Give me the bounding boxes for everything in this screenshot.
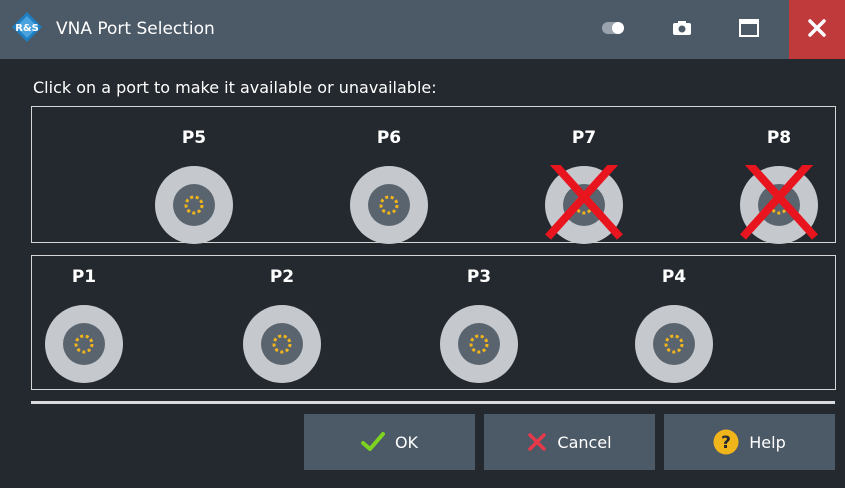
- camera-icon: [672, 20, 692, 40]
- port-connector-icon: [545, 165, 623, 244]
- close-button[interactable]: [789, 0, 845, 59]
- port-connector-icon: [155, 166, 233, 244]
- instruction-text: Click on a port to make it available or …: [33, 78, 437, 97]
- port-label: P8: [766, 128, 792, 148]
- port-label: P7: [571, 128, 597, 148]
- question-mark-icon: ?: [713, 429, 739, 455]
- port-p7[interactable]: P7: [544, 128, 624, 248]
- cancel-button[interactable]: Cancel: [484, 414, 655, 470]
- port-connector-icon: [740, 165, 818, 244]
- title-bar[interactable]: R&S VNA Port Selection: [0, 0, 845, 59]
- help-button-label: Help: [749, 432, 786, 452]
- port-connector-icon: [440, 305, 518, 383]
- cross-icon: [527, 432, 547, 452]
- port-p4[interactable]: P4: [634, 267, 714, 387]
- port-label: P2: [269, 267, 295, 287]
- close-icon: [807, 18, 827, 42]
- rs-logo-icon: R&S: [11, 11, 43, 43]
- cancel-button-label: Cancel: [557, 432, 612, 452]
- screenshot-button[interactable]: [662, 0, 702, 59]
- port-connector-icon: [243, 305, 321, 383]
- dialog-window: R&S VNA Port Selection Click on a port t…: [0, 0, 845, 488]
- ok-button-label: OK: [394, 432, 419, 452]
- checkmark-icon: [360, 432, 385, 452]
- maximize-icon: [739, 18, 759, 41]
- port-label: P6: [376, 128, 402, 148]
- toggle-button[interactable]: [594, 0, 634, 59]
- maximize-button[interactable]: [729, 0, 769, 59]
- port-connector-icon: [635, 305, 713, 383]
- toggle-icon: [601, 20, 627, 39]
- svg-text:R&S: R&S: [15, 23, 39, 34]
- port-label: P4: [661, 267, 687, 287]
- port-p3[interactable]: P3: [439, 267, 519, 387]
- port-connector-icon: [45, 305, 123, 383]
- port-p8[interactable]: P8: [739, 128, 819, 248]
- ok-button[interactable]: OK: [304, 414, 475, 470]
- help-button[interactable]: ? Help: [664, 414, 835, 470]
- port-group-bottom: [31, 255, 836, 390]
- port-p1[interactable]: P1: [44, 267, 124, 387]
- port-p5[interactable]: P5: [154, 128, 234, 248]
- window-title: VNA Port Selection: [56, 19, 215, 39]
- port-label: P3: [466, 267, 492, 287]
- port-connector-icon: [350, 166, 428, 244]
- svg-text:?: ?: [721, 433, 731, 453]
- port-group-top: [31, 106, 836, 243]
- port-p6[interactable]: P6: [349, 128, 429, 248]
- port-p2[interactable]: P2: [242, 267, 322, 387]
- port-label: P1: [71, 267, 97, 287]
- separator: [31, 401, 835, 404]
- port-label: P5: [181, 128, 207, 148]
